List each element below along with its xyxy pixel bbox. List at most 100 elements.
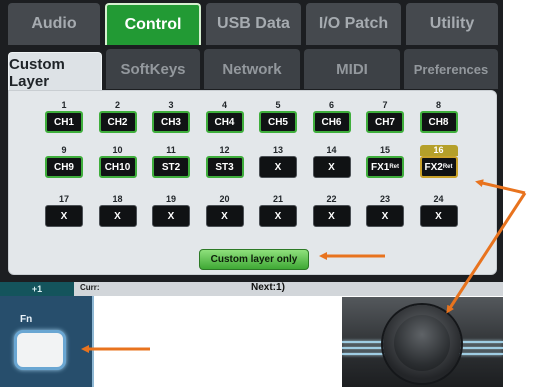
channel-assign-label: CH9: [53, 161, 74, 173]
tab-io-patch[interactable]: I/O Patch: [306, 3, 401, 45]
channel-assign-label: X: [328, 161, 335, 173]
channel-number: 6: [328, 100, 334, 110]
channel-assign-button[interactable]: ST2: [152, 156, 190, 178]
channel-number: 15: [379, 145, 390, 155]
fn-label: Fn: [20, 314, 33, 325]
channel-assign-label: X: [328, 210, 335, 222]
channel-number: 11: [166, 145, 176, 155]
channel-assign-label: CH1: [53, 116, 74, 128]
channel-assign-button[interactable]: X: [259, 205, 297, 227]
channel-slot-22: 22 X: [312, 194, 351, 227]
channel-slot-5: 5 CH5: [259, 100, 297, 133]
channel-slot-21: 21 X: [259, 194, 297, 227]
channel-number: 3: [168, 100, 174, 110]
channel-assign-button[interactable]: CH3: [152, 111, 190, 133]
channel-number: 19: [165, 194, 176, 204]
rotary-encoder-panel: [342, 297, 503, 387]
channel-assign-label: CH4: [214, 116, 235, 128]
subtab-preferences[interactable]: Preferences: [404, 49, 498, 89]
channel-slot-7: 7 CH7: [366, 100, 404, 133]
channel-assign-button[interactable]: ST3: [205, 156, 244, 178]
channel-assign-label: CH8: [428, 116, 449, 128]
channel-assign-button[interactable]: X: [98, 205, 137, 227]
tab-utility[interactable]: Utility: [406, 3, 498, 45]
channel-assign-button[interactable]: X: [419, 205, 458, 227]
channel-assign-label: X: [60, 210, 68, 222]
channel-number: 1: [61, 100, 67, 110]
channel-assign-button[interactable]: CH1: [45, 111, 83, 133]
subtab-softkeys[interactable]: SoftKeys: [106, 49, 200, 89]
channel-assign-label: CH2: [107, 116, 128, 128]
channel-number: 5: [275, 100, 281, 110]
channel-number: 13: [272, 145, 283, 155]
channel-slot-9: 9 CH9: [45, 145, 83, 178]
subtab-midi[interactable]: MIDI: [304, 49, 400, 89]
channel-slot-16: 16 FX2 Ret: [419, 145, 458, 178]
tab-usb-data[interactable]: USB Data: [206, 3, 301, 45]
channel-assign-button[interactable]: CH8: [419, 111, 458, 133]
current-scene-label: Curr:: [80, 283, 100, 292]
rotary-knob[interactable]: [394, 315, 450, 371]
channel-assign-button[interactable]: X: [312, 205, 351, 227]
layer-indicator: +1: [0, 282, 74, 296]
channel-slot-2: 2 CH2: [98, 100, 137, 133]
channel-assign-label: CH3: [160, 116, 181, 128]
channel-assign-label: ST2: [161, 161, 181, 173]
touchscreen: Audio Control USB Data I/O Patch Utility…: [0, 0, 503, 296]
channel-assign-label: X: [114, 210, 121, 222]
channel-assign-button[interactable]: CH9: [45, 156, 83, 178]
tab-audio[interactable]: Audio: [8, 3, 100, 45]
channel-number: 9: [61, 145, 67, 155]
channel-assign-button[interactable]: FX1 Ret: [366, 156, 404, 178]
channel-slot-11: 11 ST2: [152, 145, 190, 178]
channel-slot-19: 19 X: [152, 194, 190, 227]
channel-slot-15: 15 FX1 Ret: [366, 145, 404, 178]
channel-slot-23: 23 X: [366, 194, 404, 227]
channel-number: 23: [379, 194, 390, 204]
channel-assign-button[interactable]: CH10: [98, 156, 137, 178]
channel-number: 20: [219, 194, 230, 204]
channel-number: 4: [221, 100, 227, 110]
channel-assign-button[interactable]: CH5: [259, 111, 297, 133]
channel-assign-label: FX2: [424, 161, 443, 173]
channel-number: 16: [419, 145, 458, 156]
channel-slot-18: 18 X: [98, 194, 137, 227]
channel-assign-label: X: [167, 210, 175, 222]
channel-slot-14: 14 X: [312, 145, 351, 178]
channel-slot-1: 1 CH1: [45, 100, 83, 133]
channel-number: 12: [219, 145, 230, 155]
channel-assign-button[interactable]: CH4: [205, 111, 244, 133]
channel-number: 10: [112, 145, 123, 155]
channel-number: 17: [58, 194, 69, 204]
channel-assign-suffix: Ret: [442, 164, 453, 170]
fn-key-button[interactable]: [14, 330, 66, 370]
channel-slot-8: 8 CH8: [419, 100, 458, 133]
subtab-custom-layer[interactable]: Custom Layer: [8, 52, 102, 92]
channel-slot-24: 24 X: [419, 194, 458, 227]
next-scene-label: Next:1): [251, 282, 285, 293]
channel-slot-17: 17 X: [45, 194, 83, 227]
channel-number: 18: [112, 194, 123, 204]
subtab-network[interactable]: Network: [204, 49, 300, 89]
channel-assign-label: CH7: [374, 116, 395, 128]
channel-assign-label: CH5: [267, 116, 288, 128]
channel-assign-label: X: [221, 210, 228, 222]
channel-assign-label: X: [435, 210, 442, 222]
channel-assign-button[interactable]: FX2 Ret: [419, 156, 458, 178]
tab-control[interactable]: Control: [105, 3, 201, 45]
channel-number: 21: [272, 194, 283, 204]
channel-slot-13: 13 X: [259, 145, 297, 178]
channel-number: 22: [326, 194, 337, 204]
channel-slot-12: 12 ST3: [205, 145, 244, 178]
channel-assign-button[interactable]: X: [152, 205, 190, 227]
channel-slot-3: 3 CH3: [152, 100, 190, 133]
channel-assign-button[interactable]: X: [205, 205, 244, 227]
channel-assign-button[interactable]: CH6: [312, 111, 351, 133]
channel-assign-button[interactable]: CH2: [98, 111, 137, 133]
channel-assign-button[interactable]: CH7: [366, 111, 404, 133]
channel-assign-button[interactable]: X: [312, 156, 351, 178]
custom-layer-only-button[interactable]: Custom layer only: [199, 249, 309, 270]
channel-assign-button[interactable]: X: [259, 156, 297, 178]
channel-assign-button[interactable]: X: [45, 205, 83, 227]
channel-assign-button[interactable]: X: [366, 205, 404, 227]
